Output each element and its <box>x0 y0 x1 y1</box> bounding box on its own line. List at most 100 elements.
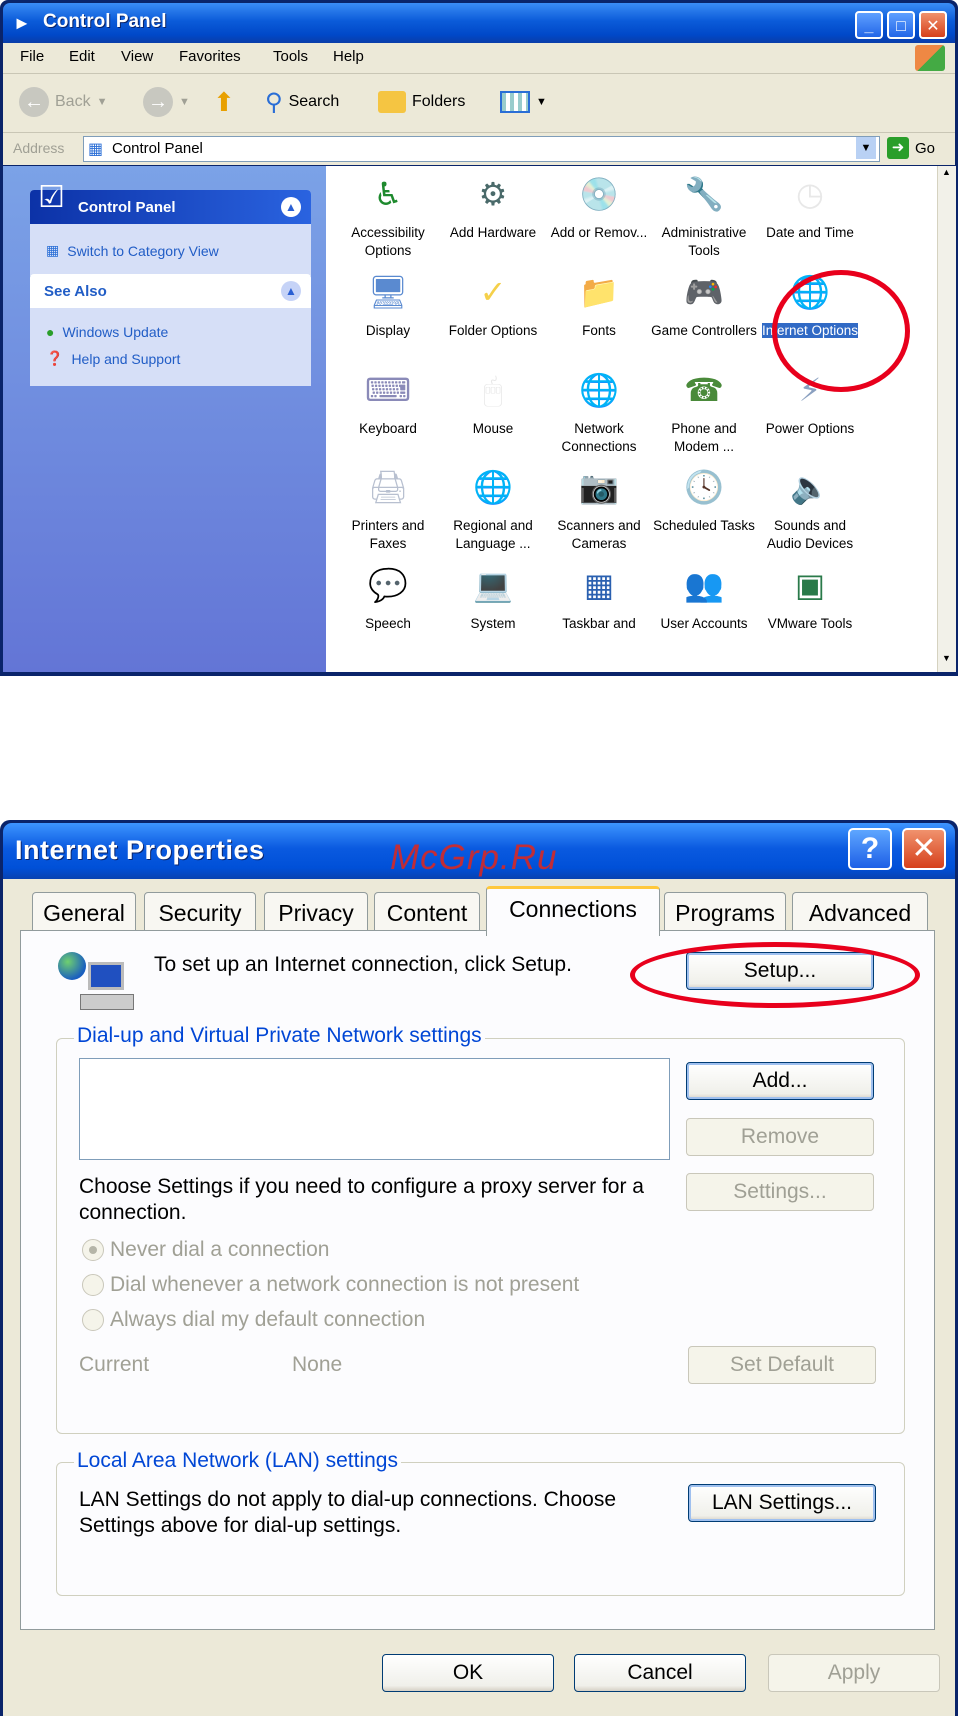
tab-programs[interactable]: Programs <box>664 892 786 932</box>
help-and-support-link[interactable]: ❓ Help and Support <box>46 350 180 367</box>
collapse-icon[interactable]: ▲ <box>281 281 301 301</box>
radio-never-dial[interactable]: Never dial a connection <box>82 1238 329 1262</box>
task-pane: Control Panel ▲ ☑ ▦ Switch to Category V… <box>3 166 326 672</box>
tab-privacy[interactable]: Privacy <box>264 892 368 932</box>
see-also-box: See Also ▲ ● Windows Update ❓ Help and S… <box>30 274 311 386</box>
control-panel-item[interactable]: 🖥 Display <box>334 268 442 340</box>
control-panel-item[interactable]: ⌨ Keyboard <box>334 366 442 438</box>
menu-bar: File Edit View Favorites Tools Help <box>3 43 955 74</box>
control-panel-item[interactable]: 🕓 Scheduled Tasks <box>650 463 758 535</box>
vertical-scrollbar[interactable]: ▲ ▼ <box>937 166 956 672</box>
control-panel-item[interactable]: 💻 System <box>439 561 547 633</box>
control-panel-item[interactable]: ▣ VMware Tools <box>756 561 864 633</box>
menu-edit[interactable]: Edit <box>69 48 95 65</box>
forward-button[interactable]: → ▼ <box>143 84 190 120</box>
control-panel-item[interactable]: 🔈 Sounds and Audio Devices <box>756 463 864 553</box>
chevron-down-icon: ▼ <box>536 96 547 108</box>
address-input[interactable]: ▦ Control Panel ▼ <box>83 136 880 162</box>
lan-settings-button[interactable]: LAN Settings... <box>688 1484 876 1522</box>
radio-dot <box>82 1239 104 1261</box>
radio-always-dial[interactable]: Always dial my default connection <box>82 1308 425 1332</box>
maximize-button[interactable]: □ <box>887 11 915 39</box>
folders-button[interactable]: Folders <box>378 84 465 120</box>
cancel-button[interactable]: Cancel <box>574 1654 746 1692</box>
windows-update-link[interactable]: ● Windows Update <box>46 324 168 340</box>
dialup-connections-list[interactable] <box>79 1058 670 1160</box>
toolbar: ← Back ▼ → ▼ ⬆ ⚲ Search Folders ▼ <box>3 74 955 133</box>
folder-icon <box>378 91 406 113</box>
control-panel-item[interactable]: ♿ Accessibility Options <box>334 170 442 260</box>
search-button[interactable]: ⚲ Search <box>265 84 339 120</box>
minimize-button[interactable]: _ <box>855 11 883 39</box>
switch-link-label: Switch to Category View <box>67 242 219 259</box>
scanner-icon: 📷 <box>579 469 619 505</box>
vmware-icon: ▣ <box>794 567 826 603</box>
tab-connections[interactable]: Connections <box>486 886 660 936</box>
proxy-instruction-text: Choose Settings if you need to configure… <box>79 1175 644 1224</box>
chevron-down-icon[interactable]: ▼ <box>856 137 876 159</box>
control-panel-item-label: Administrative Tools <box>661 225 747 258</box>
menu-file[interactable]: File <box>20 48 44 65</box>
admin-tools-icon: 🔧 <box>684 176 724 212</box>
control-panel-item-label: Accessibility Options <box>351 225 425 258</box>
control-panel-item[interactable]: 🌐 Network Connections <box>545 366 653 456</box>
menu-favorites[interactable]: Favorites <box>179 48 241 65</box>
control-panel-item-label: User Accounts <box>660 616 748 631</box>
tab-content[interactable]: Content <box>374 892 480 932</box>
help-support-label: Help and Support <box>71 350 181 367</box>
tab-general[interactable]: General <box>32 892 136 932</box>
menu-tools[interactable]: Tools <box>273 48 308 65</box>
go-button[interactable]: ➜ Go <box>887 137 935 159</box>
control-panel-item[interactable]: 💿 Add or Remov... <box>545 170 653 242</box>
control-panel-item[interactable]: ▦ Taskbar and <box>545 561 653 633</box>
control-panel-item[interactable]: 🎮 Game Controllers <box>650 268 758 340</box>
control-panel-item[interactable]: 🖨 Printers and Faxes <box>334 463 442 553</box>
network-icon: 🌐 <box>579 372 619 408</box>
windows-update-label: Windows Update <box>62 324 169 340</box>
control-panel-item[interactable]: 🌐 Regional and Language ... <box>439 463 547 553</box>
tab-advanced[interactable]: Advanced <box>792 892 928 932</box>
go-arrow-icon: ➜ <box>887 137 909 159</box>
control-panel-item[interactable]: 🔧 Administrative Tools <box>650 170 758 260</box>
settings-button[interactable]: Settings... <box>686 1173 874 1211</box>
menu-view[interactable]: View <box>121 48 153 65</box>
views-button[interactable]: ▼ <box>500 84 547 120</box>
scroll-down-icon[interactable]: ▼ <box>939 653 954 669</box>
tab-security[interactable]: Security <box>144 892 256 932</box>
radio-dial-whenever[interactable]: Dial whenever a network connection is no… <box>82 1273 579 1297</box>
taskbar-icon: ▦ <box>583 567 615 603</box>
mouse-icon: 🖱 <box>483 372 503 408</box>
control-panel-item-label: Keyboard <box>359 421 417 436</box>
add-button[interactable]: Add... <box>686 1062 874 1100</box>
control-panel-titlebar[interactable]: ► Control Panel _ □ ✕ <box>3 3 955 43</box>
set-default-button[interactable]: Set Default <box>688 1346 876 1384</box>
task-box-title: Control Panel <box>78 198 176 216</box>
menu-help[interactable]: Help <box>333 48 364 65</box>
control-panel-item[interactable]: 📁 Fonts <box>545 268 653 340</box>
control-panel-item[interactable]: ☎ Phone and Modem ... <box>650 366 758 456</box>
dialog-close-button[interactable]: ✕ <box>902 828 946 870</box>
speaker-icon: 🔈 <box>790 469 830 505</box>
control-panel-item[interactable]: ⚙ Add Hardware <box>439 170 547 242</box>
apply-button[interactable]: Apply <box>768 1654 940 1692</box>
close-button[interactable]: ✕ <box>919 11 947 39</box>
windows-update-icon: ● <box>46 324 55 340</box>
control-panel-item[interactable]: 💬 Speech <box>334 561 442 633</box>
see-also-header[interactable]: See Also ▲ <box>30 274 311 308</box>
radio-dot <box>82 1309 104 1331</box>
setup-instruction-text: To set up an Internet connection, click … <box>154 953 572 976</box>
control-panel-item[interactable]: 🖱 Mouse <box>439 366 547 438</box>
scroll-up-icon[interactable]: ▲ <box>939 167 954 183</box>
control-panel-item[interactable]: ✓ Folder Options <box>439 268 547 340</box>
up-folder-button[interactable]: ⬆ <box>213 84 235 120</box>
help-button[interactable]: ? <box>848 828 892 870</box>
back-button[interactable]: ← Back ▼ <box>19 84 107 120</box>
remove-button[interactable]: Remove <box>686 1118 874 1156</box>
control-panel-item[interactable]: 👥 User Accounts <box>650 561 758 633</box>
task-box-header[interactable]: Control Panel ▲ <box>30 190 311 224</box>
collapse-icon[interactable]: ▲ <box>281 197 301 217</box>
control-panel-item[interactable]: 📷 Scanners and Cameras <box>545 463 653 553</box>
ok-button[interactable]: OK <box>382 1654 554 1692</box>
control-panel-item[interactable]: ◷ Date and Time <box>756 170 864 242</box>
switch-to-category-view-link[interactable]: ▦ Switch to Category View <box>46 242 219 259</box>
